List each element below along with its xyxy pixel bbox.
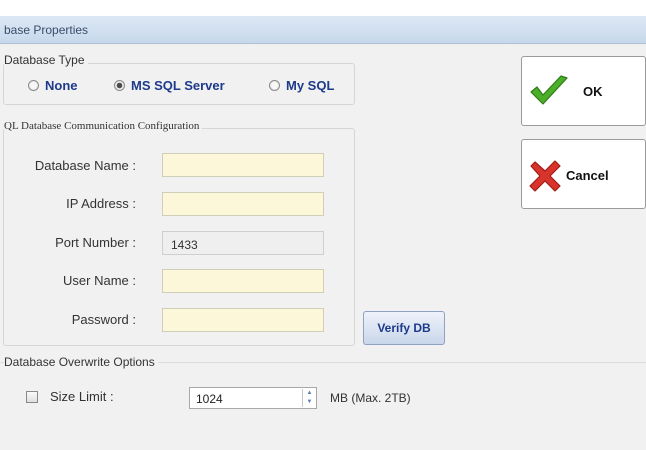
red-x-icon xyxy=(529,160,561,192)
radio-none-dot[interactable] xyxy=(28,80,39,91)
port-number-input[interactable]: 1433 xyxy=(162,231,324,255)
size-spinner[interactable]: ▲ ▼ xyxy=(302,389,316,407)
radio-my-sql-label: My SQL xyxy=(286,78,335,93)
size-limit-checkbox[interactable] xyxy=(26,391,38,403)
window-title: base Properties xyxy=(4,23,89,37)
radio-ms-sql-server[interactable]: MS SQL Server xyxy=(114,78,225,93)
verify-db-button[interactable]: Verify DB xyxy=(363,311,445,345)
user-name-label: User Name : xyxy=(63,273,136,288)
ok-button[interactable]: OK xyxy=(521,56,646,126)
title-bar: base Properties xyxy=(0,16,646,44)
size-unit-label: MB (Max. 2TB) xyxy=(330,391,411,405)
overwrite-options-legend: Database Overwrite Options xyxy=(4,355,158,369)
radio-none[interactable]: None xyxy=(28,78,78,93)
user-name-input[interactable] xyxy=(162,269,324,293)
checkmark-icon xyxy=(530,75,568,105)
ok-label: OK xyxy=(583,84,603,99)
spin-up-icon[interactable]: ▲ xyxy=(303,389,316,398)
ip-address-label: IP Address : xyxy=(66,196,136,211)
password-label: Password : xyxy=(71,312,136,327)
radio-none-label: None xyxy=(45,78,78,93)
password-input[interactable] xyxy=(162,308,324,332)
cancel-label: Cancel xyxy=(566,168,609,183)
size-limit-input[interactable]: 1024 xyxy=(189,387,317,409)
database-type-legend: Database Type xyxy=(4,53,88,67)
top-strip xyxy=(0,0,646,16)
radio-my-sql-dot[interactable] xyxy=(269,80,280,91)
database-properties-dialog: base Properties Database Type None MS SQ… xyxy=(0,0,646,450)
radio-ms-sql-server-dot[interactable] xyxy=(114,80,125,91)
size-limit-label: Size Limit : xyxy=(50,389,114,404)
port-number-label: Port Number : xyxy=(55,235,136,250)
ip-address-input[interactable] xyxy=(162,192,324,216)
spin-down-icon[interactable]: ▼ xyxy=(303,398,316,407)
sql-config-legend: QL Database Communication Configuration xyxy=(4,120,203,132)
cancel-button[interactable]: Cancel xyxy=(521,139,646,209)
radio-my-sql[interactable]: My SQL xyxy=(269,78,334,93)
database-name-input[interactable] xyxy=(162,153,324,177)
database-name-label: Database Name : xyxy=(34,158,136,173)
radio-ms-sql-server-label: MS SQL Server xyxy=(131,78,225,93)
